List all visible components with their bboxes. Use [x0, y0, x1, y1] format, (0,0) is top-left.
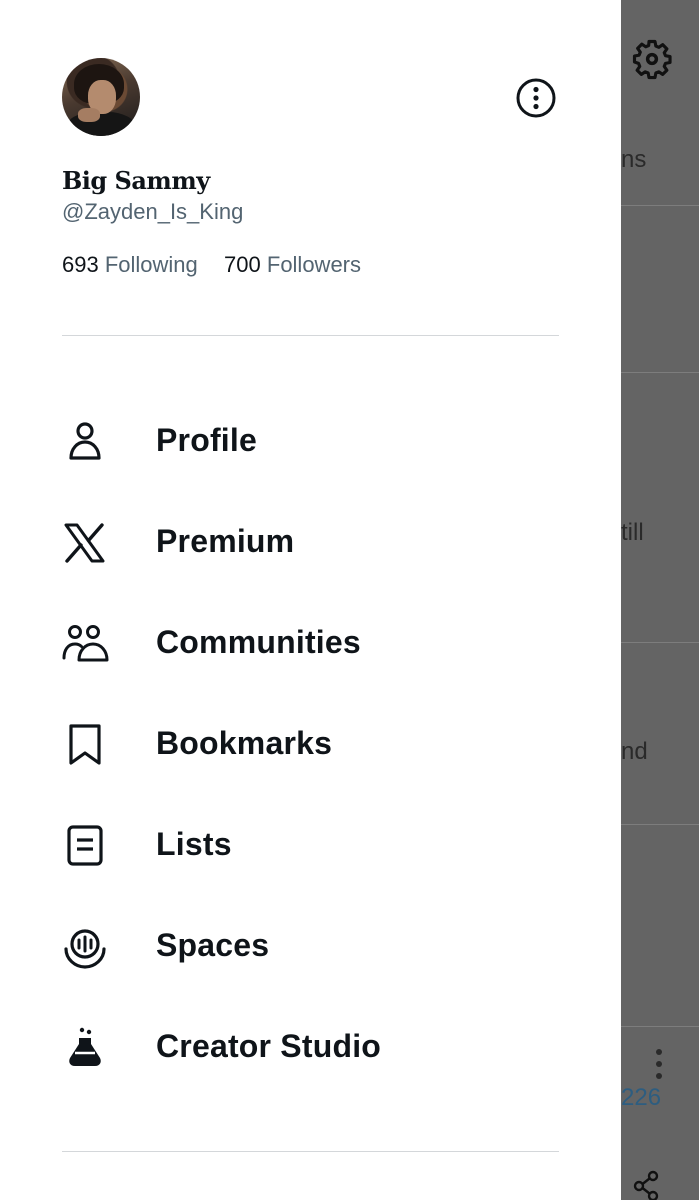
- menu-item-label: Spaces: [156, 927, 270, 963]
- avatar-figure: [66, 112, 136, 136]
- follow-stats: 693 Following 700 Followers: [62, 252, 361, 278]
- menu-item-label: Communities: [156, 624, 361, 660]
- menu-item-bookmarks[interactable]: Bookmarks: [62, 703, 562, 783]
- background-text: nd: [621, 738, 648, 765]
- lists-icon: [67, 825, 103, 866]
- spaces-icon: [64, 929, 106, 969]
- menu-item-creator-studio[interactable]: Creator Studio: [62, 1006, 562, 1086]
- menu-item-label: Creator Studio: [156, 1028, 382, 1064]
- background-count[interactable]: 226: [621, 1084, 699, 1112]
- user-handle: @Zayden_Is_King: [62, 199, 244, 224]
- followers-link[interactable]: 700 Followers: [218, 252, 361, 277]
- menu-item-profile[interactable]: Profile: [62, 400, 562, 480]
- divider: [621, 372, 699, 373]
- followers-count: 700: [224, 252, 261, 277]
- more-options-icon[interactable]: [514, 76, 558, 120]
- menu-item-label: Bookmarks: [156, 725, 333, 761]
- divider: [621, 642, 699, 643]
- following-link[interactable]: 693 Following: [62, 252, 204, 277]
- menu-item-lists[interactable]: Lists: [62, 804, 562, 884]
- following-label: Following: [104, 252, 198, 277]
- following-count: 693: [62, 252, 99, 277]
- avatar[interactable]: [62, 58, 140, 136]
- person-icon: [69, 422, 101, 460]
- background-text: till: [621, 519, 644, 546]
- share-icon[interactable]: [631, 1168, 661, 1200]
- background-text: ns: [621, 146, 647, 173]
- navigation-drawer: Big Sammy @Zayden_Is_King 693 Following …: [0, 0, 621, 1200]
- background-overlay[interactable]: ns till nd 226: [621, 0, 699, 1200]
- x-logo-icon: [64, 523, 105, 563]
- menu-item-label: Lists: [156, 826, 232, 862]
- communities-icon: [62, 625, 109, 662]
- display-name[interactable]: Big Sammy: [62, 166, 210, 195]
- followers-label: Followers: [266, 252, 362, 277]
- menu-item-spaces[interactable]: Spaces: [62, 905, 562, 985]
- menu-item-label: Profile: [156, 422, 257, 458]
- menu-item-communities[interactable]: Communities: [62, 602, 562, 682]
- divider: [621, 205, 699, 206]
- divider: [621, 1026, 699, 1027]
- divider: [621, 824, 699, 825]
- divider: [62, 1151, 559, 1152]
- bookmark-icon: [69, 724, 101, 765]
- gear-icon[interactable]: [631, 38, 673, 80]
- divider: [62, 335, 559, 336]
- menu-item-label: Premium: [156, 523, 295, 559]
- flask-icon: [69, 1027, 101, 1066]
- avatar-hand: [78, 108, 100, 122]
- menu-item-premium[interactable]: Premium: [62, 501, 562, 581]
- more-vertical-icon[interactable]: [651, 1047, 667, 1081]
